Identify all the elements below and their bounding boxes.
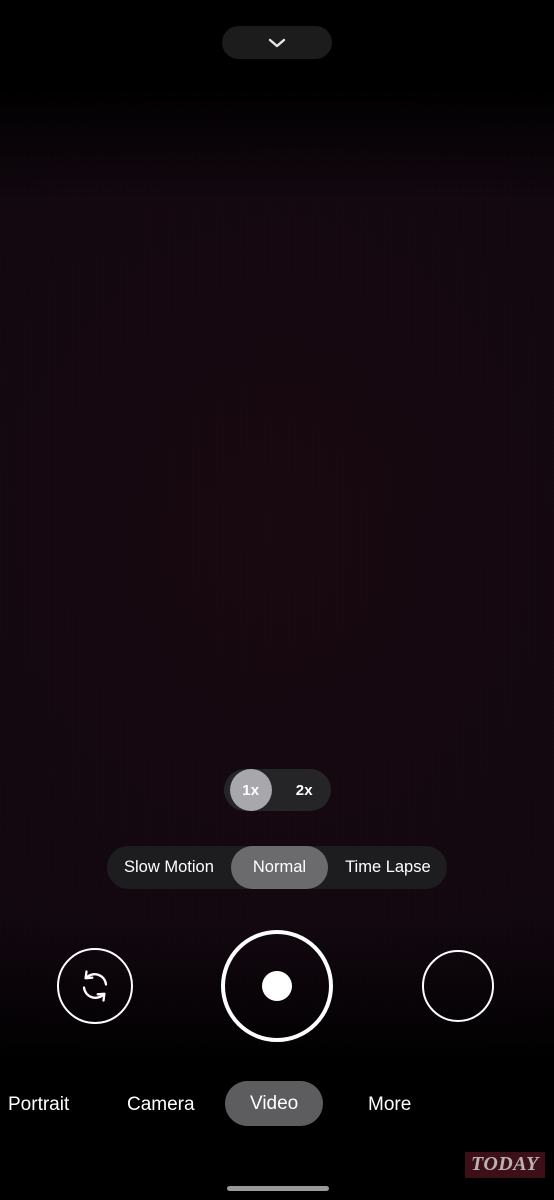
mode-tab-video[interactable]: Video [225,1081,324,1126]
record-button-inner-dot [262,971,292,1001]
submode-time-lapse[interactable]: Time Lapse [328,846,448,889]
record-button[interactable] [221,930,333,1042]
camera-flip-icon [82,970,108,1002]
mode-tab-portrait-label: Portrait [8,1093,70,1115]
video-submode-selector[interactable]: Slow Motion Normal Time Lapse [107,846,447,889]
watermark-text: TODAY [471,1153,539,1175]
expand-settings-button[interactable] [222,26,332,59]
camera-app-screen: 1x 2x Slow Motion Normal Time Lapse Port… [0,0,554,1200]
home-indicator[interactable] [227,1186,329,1191]
submode-normal[interactable]: Normal [230,846,329,889]
mode-tab-portrait[interactable]: Portrait [0,1082,83,1127]
mode-tab-camera[interactable]: Camera [113,1082,209,1127]
top-bar [0,0,554,85]
submode-time-lapse-label: Time Lapse [345,858,431,876]
mode-tab-bar: Portrait Camera Video More [0,1068,554,1142]
zoom-option-2x-label: 2x [295,781,313,799]
viewfinder-top-gradient [0,85,554,205]
mode-tab-camera-label: Camera [127,1093,195,1115]
flip-camera-button[interactable] [57,948,133,1024]
zoom-option-2x[interactable]: 2x [278,769,332,811]
mode-tab-video-label: Video [250,1092,299,1114]
gallery-thumbnail-button[interactable] [422,950,494,1022]
camera-viewfinder[interactable] [0,85,554,1068]
watermark: TODAY [465,1152,545,1178]
zoom-option-1x-label: 1x [242,781,260,799]
zoom-selector[interactable]: 1x 2x [224,769,331,811]
submode-slow-motion[interactable]: Slow Motion [107,846,231,889]
zoom-option-1x[interactable]: 1x [224,769,278,811]
mode-tab-more-label: More [368,1093,412,1115]
chevron-down-icon [268,38,286,47]
mode-tab-more[interactable]: More [354,1082,425,1127]
submode-slow-motion-label: Slow Motion [124,858,214,876]
submode-normal-label: Normal [252,858,307,876]
